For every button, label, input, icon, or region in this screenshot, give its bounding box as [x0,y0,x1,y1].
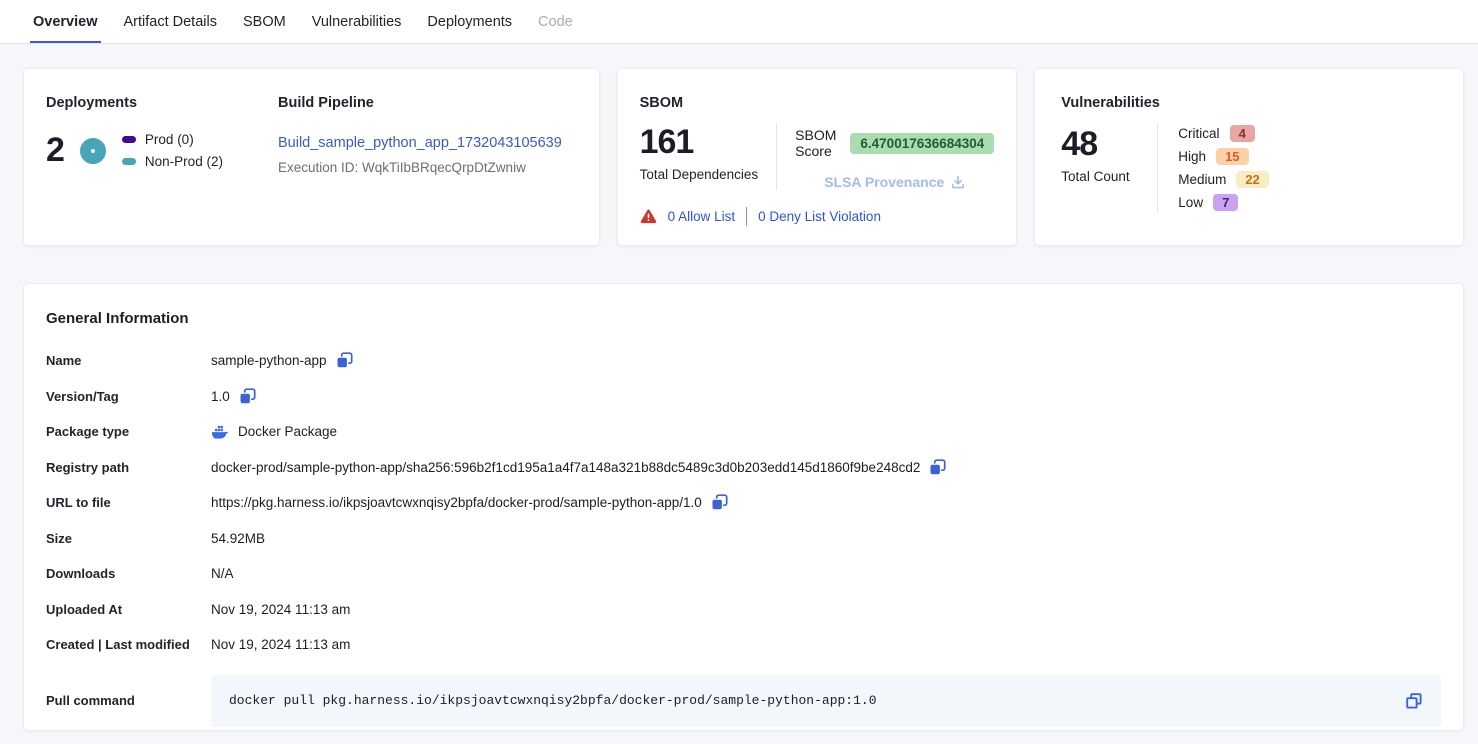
slsa-provenance-label: SLSA Provenance [824,174,944,190]
vulnerabilities-title: Vulnerabilities [1061,95,1437,111]
critical-count-badge: 4 [1230,125,1255,142]
general-information-title: General Information [46,310,1441,327]
url-to-file-value: https://pkg.harness.io/ikpsjoavtcwxnqisy… [211,495,702,510]
row-package-type: Package type Docker Package [46,414,1441,450]
low-label: Low [1178,195,1203,210]
row-name: Name sample-python-app [46,343,1441,379]
row-url-to-file: URL to file https://pkg.harness.io/ikpsj… [46,485,1441,521]
deployments-donut-chart [80,138,106,164]
severity-row-low: Low 7 [1178,194,1268,211]
name-value: sample-python-app [211,353,327,368]
row-created-modified: Created | Last modified Nov 19, 2024 11:… [46,627,1441,663]
tab-vulnerabilities[interactable]: Vulnerabilities [309,2,405,43]
package-type-label: Package type [46,424,211,439]
name-label: Name [46,353,211,368]
severity-row-critical: Critical 4 [1178,125,1268,142]
copy-icon[interactable] [929,459,946,476]
prod-swatch [122,136,136,143]
copy-icon[interactable] [711,494,728,511]
size-label: Size [46,531,211,546]
deployments-legend: Prod (0) Non-Prod (2) [122,132,223,169]
url-to-file-label: URL to file [46,495,211,510]
row-registry-path: Registry path docker-prod/sample-python-… [46,450,1441,486]
package-type-value: Docker Package [238,424,337,439]
nonprod-swatch [122,158,136,165]
copy-icon[interactable] [239,388,256,405]
vulnerabilities-card: Vulnerabilities 48 Total Count Critical … [1034,68,1464,246]
legend-item-nonprod: Non-Prod (2) [122,154,223,169]
summary-cards-row: Deployments 2 Prod (0) Non-Prod (2) Buil… [23,68,1464,246]
tab-sbom[interactable]: SBOM [240,2,289,43]
allow-list-link[interactable]: 0 Allow List [668,209,736,224]
registry-path-label: Registry path [46,460,211,475]
tab-bar: Overview Artifact Details SBOM Vulnerabi… [0,0,1478,44]
row-uploaded-at: Uploaded At Nov 19, 2024 11:13 am [46,592,1441,628]
pull-command-label: Pull command [46,693,211,708]
warning-triangle-icon [640,209,657,224]
deployments-card: Deployments 2 Prod (0) Non-Prod (2) Buil… [23,68,600,246]
build-pipeline-column: Build Pipeline Build_sample_python_app_1… [278,95,577,219]
uploaded-at-value: Nov 19, 2024 11:13 am [211,602,350,617]
sbom-score-label: SBOM Score [795,127,840,159]
legend-item-prod: Prod (0) [122,132,223,147]
created-modified-label: Created | Last modified [46,637,211,652]
deny-list-link[interactable]: 0 Deny List Violation [758,209,881,224]
high-count-badge: 15 [1216,148,1248,165]
sbom-card: SBOM 161 Total Dependencies SBOM Score 6… [617,68,1018,246]
tab-code: Code [535,2,576,43]
tab-overview[interactable]: Overview [30,2,101,43]
execution-id-text: Execution ID: WqkTiIbBRqecQrpDtZwniw [278,160,577,175]
medium-label: Medium [1178,172,1226,187]
pull-command-value: docker pull pkg.harness.io/ikpsjoavtcwxn… [229,693,877,708]
tab-deployments[interactable]: Deployments [424,2,515,43]
slsa-provenance-link[interactable]: SLSA Provenance [824,174,965,190]
row-size: Size 54.92MB [46,521,1441,557]
uploaded-at-label: Uploaded At [46,602,211,617]
pull-command-box: docker pull pkg.harness.io/ikpsjoavtcwxn… [211,675,1441,727]
size-value: 54.92MB [211,531,265,546]
critical-label: Critical [1178,126,1219,141]
severity-row-high: High 15 [1178,148,1268,165]
copy-outline-icon[interactable] [1405,692,1423,710]
docker-whale-icon [211,425,229,439]
sbom-total-label: Total Dependencies [640,167,759,182]
row-version-tag: Version/Tag 1.0 [46,379,1441,415]
deployments-total-count: 2 [46,131,64,170]
download-icon [951,175,965,189]
high-label: High [1178,149,1206,164]
legend-nonprod-label: Non-Prod (2) [145,154,223,169]
deployments-column: Deployments 2 Prod (0) Non-Prod (2) [46,95,278,219]
row-pull-command: Pull command docker pull pkg.harness.io/… [46,675,1441,727]
low-count-badge: 7 [1213,194,1238,211]
tab-artifact-details[interactable]: Artifact Details [121,2,220,43]
build-pipeline-title: Build Pipeline [278,95,577,111]
severity-row-medium: Medium 22 [1178,171,1268,188]
row-downloads: Downloads N/A [46,556,1441,592]
vulnerabilities-total-count: 48 [1061,125,1157,164]
sbom-title: SBOM [640,95,995,111]
version-tag-value: 1.0 [211,389,230,404]
general-information-card: General Information Name sample-python-a… [23,283,1464,731]
created-modified-value: Nov 19, 2024 11:13 am [211,637,350,652]
downloads-value: N/A [211,566,234,581]
vulnerabilities-total-label: Total Count [1061,169,1157,184]
registry-path-value: docker-prod/sample-python-app/sha256:596… [211,460,920,475]
vulnerabilities-total-block: 48 Total Count [1061,125,1157,211]
version-tag-label: Version/Tag [46,389,211,404]
build-pipeline-link[interactable]: Build_sample_python_app_1732043105639 [278,135,562,151]
legend-prod-label: Prod (0) [145,132,194,147]
severity-list: Critical 4 High 15 Medium 22 Low 7 [1158,125,1268,211]
sbom-total-block: 161 Total Dependencies [640,123,777,190]
sbom-score-badge: 6.470017636684304 [850,133,994,154]
copy-icon[interactable] [336,352,353,369]
downloads-label: Downloads [46,566,211,581]
deployments-title: Deployments [46,95,278,111]
sbom-footer-divider [746,207,747,226]
sbom-total-count: 161 [640,123,759,162]
medium-count-badge: 22 [1236,171,1268,188]
